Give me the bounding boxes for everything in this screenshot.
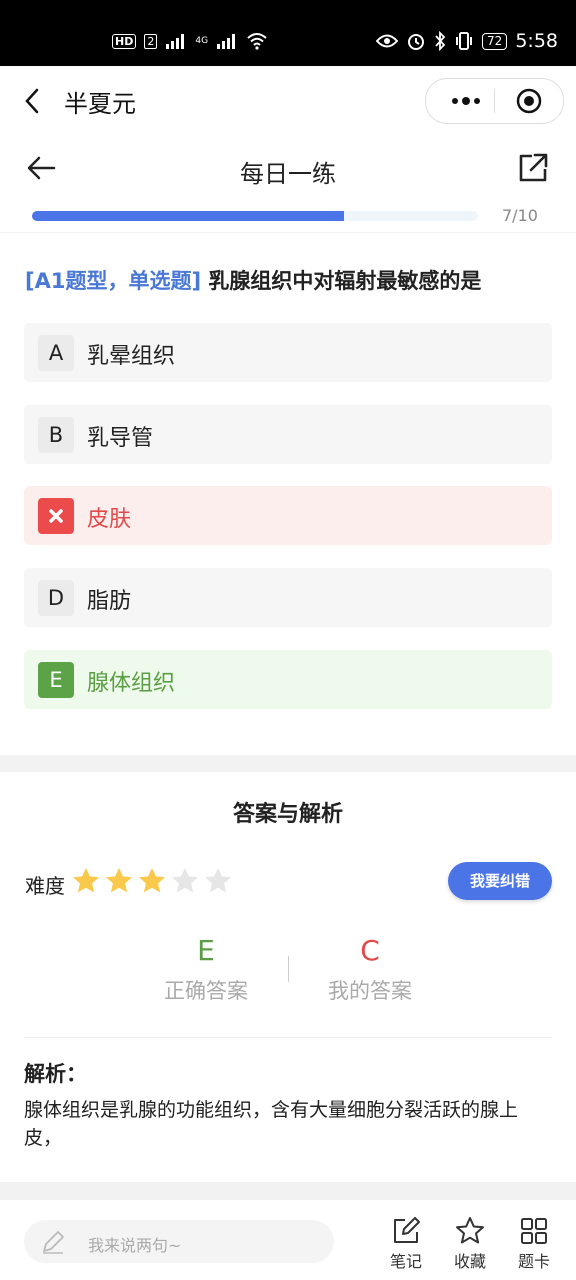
my-answer-caption: 我的答案 <box>328 979 412 1003</box>
capsule-divider <box>494 89 495 113</box>
close-app-button[interactable] <box>516 88 542 114</box>
star-icon <box>456 1217 484 1244</box>
bluetooth-icon <box>434 31 446 51</box>
notes-label: 笔记 <box>389 1252 422 1271</box>
progress-counter: 7/10 <box>502 206 538 225</box>
chevron-left-icon <box>25 88 39 114</box>
clock: 5:58 <box>515 30 558 52</box>
option-text: 腺体组织 <box>87 671 176 696</box>
option-d[interactable]: D 脂肪 <box>24 568 552 627</box>
option-a[interactable]: A 乳晕组织 <box>24 323 552 382</box>
star-filled-icon <box>139 868 165 893</box>
capsule-menu <box>425 78 564 124</box>
explanation-text: 腺体组织是乳腺的功能组织，含有大量细胞分裂活跃的腺上皮， <box>24 1099 519 1149</box>
analysis-title: 答案与解析 <box>232 802 343 827</box>
option-letter: E <box>38 662 74 698</box>
answer-card-label: 题卡 <box>517 1252 550 1271</box>
network-label: 4G <box>195 36 209 46</box>
difficulty-label: 难度 <box>25 874 65 898</box>
battery-indicator: 72 <box>482 32 508 50</box>
option-letter: B <box>38 417 74 453</box>
divider <box>24 1037 552 1038</box>
mini-app-title: 半夏元 <box>64 90 136 118</box>
wrong-mark <box>38 498 74 534</box>
favorite-label: 收藏 <box>453 1252 486 1271</box>
sim-label: 2 <box>144 33 158 49</box>
my-answer-block: C 我的答案 <box>270 934 470 1005</box>
edit-icon <box>394 1217 420 1243</box>
star-empty-icon <box>205 868 231 893</box>
option-text: 皮肤 <box>87 507 132 532</box>
signal-icon-2 <box>216 32 238 50</box>
question-text: [A1题型，单选题] 乳腺组织中对辐射最敏感的是 <box>25 265 481 295</box>
back-button[interactable] <box>18 84 48 118</box>
comment-input[interactable]: 我来说两句~ <box>24 1220 334 1263</box>
grid-icon <box>521 1218 547 1244</box>
x-icon <box>49 509 63 523</box>
question-type-tag: [A1题型，单选题] <box>25 269 202 293</box>
option-c[interactable]: 皮肤 <box>24 486 552 545</box>
wifi-icon <box>246 32 268 50</box>
question-card: [A1题型，单选题] 乳腺组织中对辐射最敏感的是 A 乳晕组织 B 乳导管 皮肤… <box>0 233 576 755</box>
answer-card-button[interactable]: 题卡 <box>506 1216 562 1272</box>
my-answer-letter: C <box>360 934 380 967</box>
option-letter: D <box>38 580 74 616</box>
progress-bar-fill <box>32 211 345 221</box>
bottom-bar: 我来说两句~ 笔记 收藏 题卡 <box>0 1200 576 1280</box>
favorite-button[interactable]: 收藏 <box>442 1216 498 1272</box>
option-text: 乳晕组织 <box>87 344 176 369</box>
alarm-icon <box>406 31 426 51</box>
star-filled-icon <box>106 868 132 893</box>
signal-icon <box>165 32 187 50</box>
report-error-button[interactable]: 我要纠错 <box>448 862 552 900</box>
more-button[interactable] <box>446 87 486 115</box>
status-icons: HD 2 4G 72 5:58 <box>112 30 558 52</box>
hd-badge: HD <box>112 33 137 49</box>
notes-button[interactable]: 笔记 <box>378 1216 434 1272</box>
option-b[interactable]: B 乳导管 <box>24 405 552 464</box>
pen-icon <box>43 1231 64 1254</box>
star-filled-icon <box>73 868 99 893</box>
analysis-card: 答案与解析 难度 我要纠错 E 正确答案 C 我的答案 解析： 腺体组织是乳腺的… <box>0 772 576 1182</box>
page-title: 每日一练 <box>240 160 336 188</box>
progress-bar <box>32 211 478 221</box>
option-e[interactable]: E 腺体组织 <box>24 650 552 709</box>
share-icon <box>519 153 548 182</box>
option-text: 乳导管 <box>87 426 154 451</box>
star-empty-icon <box>172 868 198 893</box>
more-dots-icon <box>452 97 480 105</box>
eye-icon <box>376 33 399 49</box>
share-button[interactable] <box>516 151 550 185</box>
question-stem: 乳腺组织中对辐射最敏感的是 <box>201 269 482 293</box>
option-text: 脂肪 <box>87 589 132 614</box>
vibrate-icon <box>454 31 474 51</box>
comment-placeholder: 我来说两句~ <box>88 1236 182 1255</box>
difficulty-stars <box>70 865 234 897</box>
option-letter: A <box>38 335 74 371</box>
quiz-nav-bar: 每日一练 7/10 <box>0 136 576 232</box>
target-icon <box>516 88 542 114</box>
explanation-title: 解析： <box>24 1062 87 1086</box>
status-bar: HD 2 4G 72 5:58 <box>0 0 576 66</box>
